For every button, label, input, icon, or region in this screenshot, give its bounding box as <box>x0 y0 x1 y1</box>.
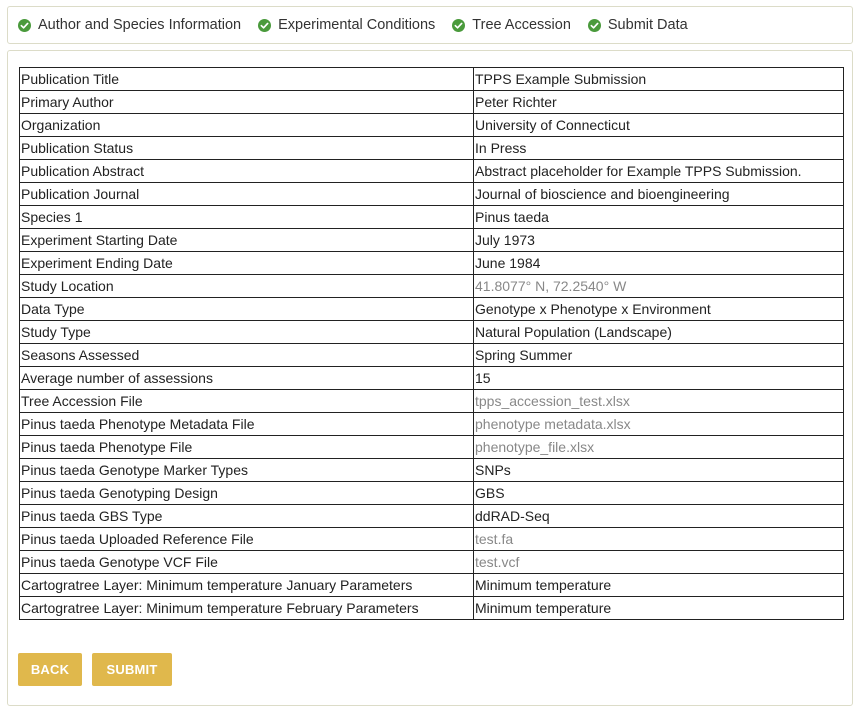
row-label: Study Type <box>19 320 474 344</box>
progress-steps: Author and Species Information Experimen… <box>7 6 853 44</box>
row-label: Experiment Starting Date <box>19 228 474 252</box>
table-row: Publication Abstract Abstract placeholder… <box>19 159 844 183</box>
row-label: Cartogratree Layer: Minimum temperature … <box>19 573 474 597</box>
row-value: TPPS Example Submission <box>473 67 844 91</box>
table-row: Average number of assessions 15 <box>19 366 844 390</box>
review-panel: Publication Title TPPS Example Submission… <box>7 50 853 706</box>
row-label: Organization <box>19 113 474 137</box>
table-row: Publication Journal Journal of bioscience… <box>19 182 844 206</box>
table-row: Cartogratree Layer: Minimum temperature … <box>19 596 844 620</box>
file-link[interactable]: phenotype metadata.xlsx <box>473 412 844 436</box>
table-row: Species 1 Pinus taeda <box>19 205 844 229</box>
table-row: Publication Status In Press <box>19 136 844 160</box>
table-row: Cartogratree Layer: Minimum temperature … <box>19 573 844 597</box>
step-tree-accession[interactable]: Tree Accession <box>452 17 571 33</box>
row-value: July 1973 <box>473 228 844 252</box>
row-value: University of Connecticut <box>473 113 844 137</box>
row-value: Minimum temperature <box>473 596 844 620</box>
file-link[interactable]: tpps_accession_test.xlsx <box>473 389 844 413</box>
row-label: Seasons Assessed <box>19 343 474 367</box>
row-value: SNPs <box>473 458 844 482</box>
row-value: Journal of bioscience and bioengineering <box>473 182 844 206</box>
table-row: Seasons Assessed Spring Summer <box>19 343 844 367</box>
row-label: Pinus taeda Uploaded Reference File <box>19 527 474 551</box>
review-table: Publication Title TPPS Example Submission… <box>19 67 844 620</box>
table-row: Publication Title TPPS Example Submission <box>19 67 844 91</box>
step-label: Experimental Conditions <box>278 17 436 33</box>
row-label: Publication Title <box>19 67 474 91</box>
row-value: June 1984 <box>473 251 844 275</box>
back-button[interactable]: BACK <box>18 653 82 686</box>
file-link[interactable]: phenotype_file.xlsx <box>473 435 844 459</box>
row-value: Natural Population (Landscape) <box>473 320 844 344</box>
row-value: 15 <box>473 366 844 390</box>
table-row: Tree Accession File tpps_accession_test.x… <box>19 389 844 413</box>
row-label: Pinus taeda Genotype Marker Types <box>19 458 474 482</box>
table-row: Primary Author Peter Richter <box>19 90 844 114</box>
step-label: Submit Data <box>607 17 688 33</box>
table-row: Pinus taeda Genotype Marker Types SNPs <box>19 458 844 482</box>
row-label: Study Location <box>19 274 474 298</box>
row-label: Pinus taeda GBS Type <box>19 504 474 528</box>
row-label: Average number of assessions <box>19 366 474 390</box>
table-row: Pinus taeda Genotype VCF File test.vcf <box>19 550 844 574</box>
row-label: Pinus taeda Phenotype Metadata File <box>19 412 474 436</box>
row-value: Pinus taeda <box>473 205 844 229</box>
row-label: Publication Status <box>19 136 474 160</box>
row-value: Genotype x Phenotype x Environment <box>473 297 844 321</box>
row-label: Cartogratree Layer: Minimum temperature … <box>19 596 474 620</box>
row-label: Experiment Ending Date <box>19 251 474 275</box>
table-row: Organization University of Connecticut <box>19 113 844 137</box>
row-label: Publication Journal <box>19 182 474 206</box>
step-experimental-conditions[interactable]: Experimental Conditions <box>258 17 435 33</box>
table-row: Pinus taeda GBS Type ddRAD-Seq <box>19 504 844 528</box>
row-label: Publication Abstract <box>19 159 474 183</box>
row-value: Peter Richter <box>473 90 844 114</box>
table-row: Data Type Genotype x Phenotype x Environm… <box>19 297 844 321</box>
table-row: Study Type Natural Population (Landscape) <box>19 320 844 344</box>
row-value: Minimum temperature <box>473 573 844 597</box>
step-label: Author and Species Information <box>38 17 242 33</box>
row-label: Data Type <box>19 297 474 321</box>
table-row: Pinus taeda Uploaded Reference File test.… <box>19 527 844 551</box>
check-circle-icon <box>452 18 466 32</box>
row-label: Pinus taeda Genotype VCF File <box>19 550 474 574</box>
row-label: Pinus taeda Genotyping Design <box>19 481 474 505</box>
table-row: Experiment Ending Date June 1984 <box>19 251 844 275</box>
table-row: Pinus taeda Phenotype Metadata File pheno… <box>19 412 844 436</box>
file-link[interactable]: test.vcf <box>473 550 844 574</box>
check-circle-icon <box>18 18 31 32</box>
step-label: Tree Accession <box>472 17 571 33</box>
table-row: Pinus taeda Genotyping Design GBS <box>19 481 844 505</box>
row-label: Pinus taeda Phenotype File <box>19 435 474 459</box>
check-circle-icon <box>258 18 272 32</box>
table-row: Pinus taeda Phenotype File phenotype_file… <box>19 435 844 459</box>
row-label: Primary Author <box>19 90 474 114</box>
row-value: GBS <box>473 481 844 505</box>
table-row: Experiment Starting Date July 1973 <box>19 228 844 252</box>
row-label: Tree Accession File <box>19 389 474 413</box>
row-value: Abstract placeholder for Example TPPS Su… <box>473 159 844 183</box>
step-author-species[interactable]: Author and Species Information <box>18 17 241 33</box>
file-link[interactable]: test.fa <box>473 527 844 551</box>
row-value: ddRAD-Seq <box>473 504 844 528</box>
check-circle-icon <box>587 18 601 32</box>
table-row: Study Location 41.8077° N, 72.2540° W <box>19 274 844 298</box>
row-value: In Press <box>473 136 844 160</box>
study-location-value: 41.8077° N, 72.2540° W <box>473 274 844 298</box>
submit-button[interactable]: SUBMIT <box>92 653 172 686</box>
row-label: Species 1 <box>19 205 474 229</box>
row-value: Spring Summer <box>473 343 844 367</box>
step-submit-data[interactable]: Submit Data <box>587 17 688 33</box>
